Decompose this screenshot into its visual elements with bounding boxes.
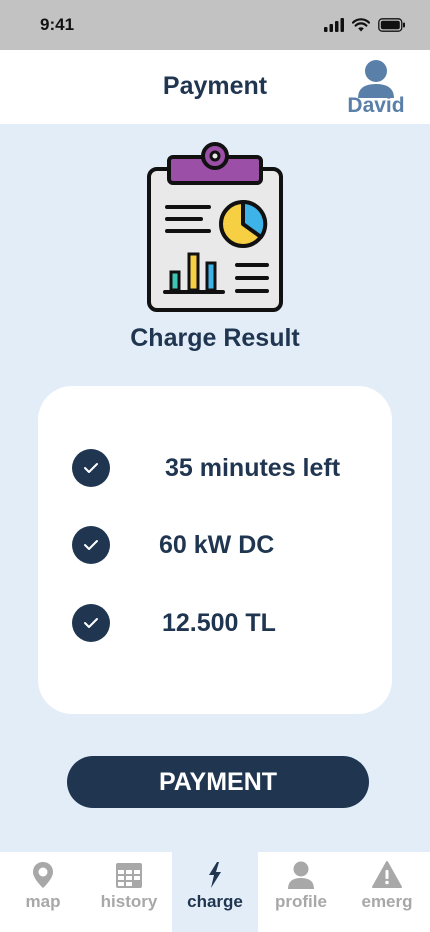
lightning-icon [209, 862, 221, 888]
tab-label: history [100, 892, 158, 911]
tab-map[interactable]: map [0, 852, 86, 932]
payment-button[interactable]: PAYMENT [67, 756, 369, 808]
tab-charge[interactable]: charge [172, 852, 258, 932]
warning-icon [372, 861, 402, 888]
check-icon [72, 449, 110, 487]
tab-label: profile [275, 892, 327, 911]
status-bar: 9:41 [0, 0, 430, 50]
status-icons [324, 18, 406, 32]
tab-emerg[interactable]: emerg [344, 852, 430, 932]
tab-profile[interactable]: profile [258, 852, 344, 932]
bottom-tab-bar: map history charge profile emerg [0, 852, 430, 932]
result-card: 35 minutes left 60 kW DC 12.500 TL [38, 386, 392, 714]
tab-label: charge [187, 892, 243, 911]
wifi-icon [352, 18, 370, 32]
signal-icon [324, 18, 344, 32]
result-row-time: 35 minutes left [72, 449, 372, 487]
check-icon [72, 526, 110, 564]
battery-icon [378, 18, 405, 32]
user-icon [288, 861, 314, 889]
map-pin-icon [33, 862, 53, 888]
user-profile[interactable]: David [344, 58, 408, 118]
app-header: Payment David [0, 50, 430, 124]
calendar-icon [116, 863, 142, 888]
status-time: 9:41 [40, 15, 75, 34]
result-text: 60 kW DC [159, 531, 275, 559]
user-avatar-icon [358, 60, 394, 98]
tab-history[interactable]: history [86, 852, 172, 932]
result-text: 35 minutes left [165, 454, 341, 482]
result-text: 12.500 TL [162, 609, 276, 637]
user-name: David [347, 94, 405, 117]
tab-label: emerg [361, 892, 413, 911]
result-row-cost: 12.500 TL [72, 604, 372, 642]
clipboard-report-icon [147, 142, 283, 312]
result-row-power: 60 kW DC [72, 526, 372, 564]
tab-label: map [25, 892, 61, 911]
check-icon [72, 604, 110, 642]
result-title: Charge Result [130, 324, 300, 352]
